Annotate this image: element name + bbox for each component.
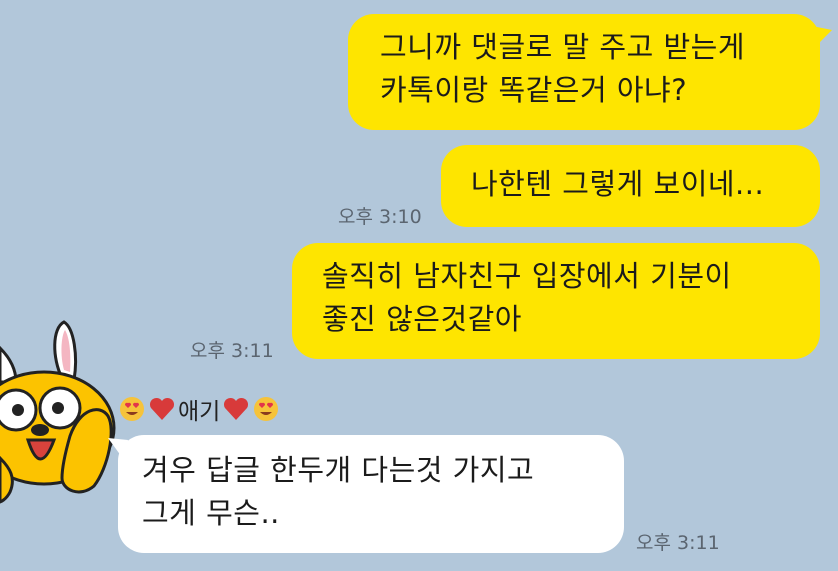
profile-avatar[interactable] [0,318,118,508]
message-text-line: 좋진 않은것같아 [322,302,522,336]
message-bubble-4[interactable]: 겨우 답글 한두개 다는것 가지고 그게 무슨.. [118,435,624,553]
message-time: 오후 3:11 [190,340,274,362]
sender-name: 애기 [178,399,221,425]
sender-name-row: 애기 [118,392,280,426]
heart-eyes-emoji-icon [254,397,279,421]
message-text-line: 그게 무슨.. [142,496,280,530]
bubble-tail [812,26,832,48]
message-text-line: 카톡이랑 똑같은거 아냐? [380,73,688,107]
message-text-line: 그니까 댓글로 말 주고 받는게 [380,30,746,64]
message-text-line: 솔직히 남자친구 입장에서 기분이 [322,259,732,293]
message-bubble-3[interactable]: 솔직히 남자친구 입장에서 기분이 좋진 않은것같아 [292,243,820,359]
message-time: 오후 3:11 [636,532,720,554]
message-bubble-1[interactable]: 그니까 댓글로 말 주고 받는게 카톡이랑 똑같은거 아냐? [348,14,820,130]
message-bubble-2[interactable]: 나한텐 그렇게 보이네... [441,145,820,227]
message-text-line: 겨우 답글 한두개 다는것 가지고 [142,453,535,487]
message-time: 오후 3:10 [338,206,422,228]
heart-eyes-emoji-icon [120,397,144,421]
heart-icon [149,397,175,420]
message-text-line: 나한텐 그렇게 보이네... [471,167,765,201]
heart-icon [224,397,249,420]
